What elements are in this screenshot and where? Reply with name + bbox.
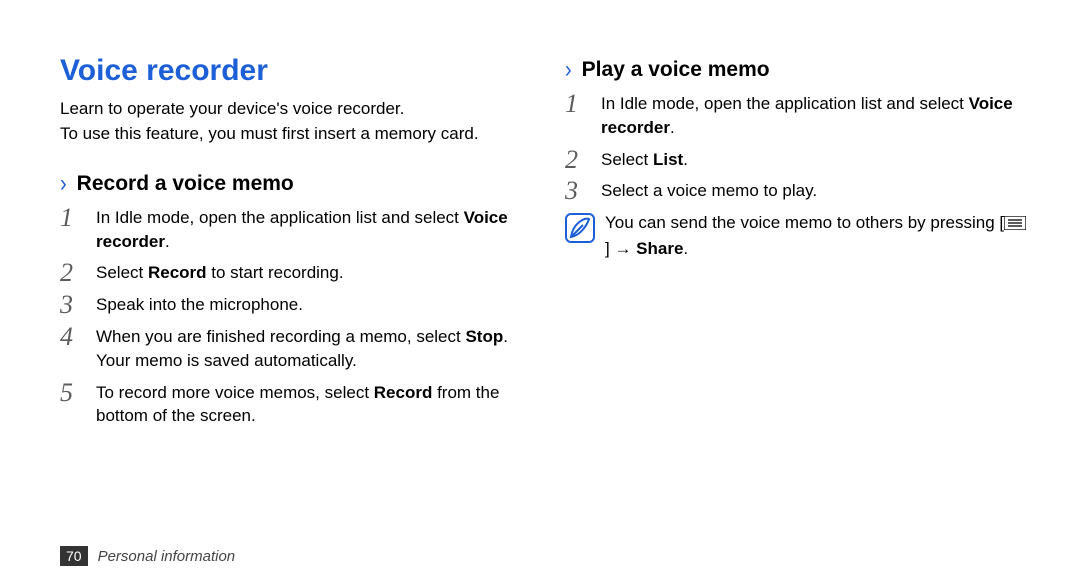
record-step-4: When you are finished recording a memo, … <box>60 321 525 377</box>
menu-icon <box>1004 213 1026 237</box>
step-text-post: . <box>165 232 170 251</box>
play-step-2: Select List. <box>565 144 1030 176</box>
record-step-1: In Idle mode, open the application list … <box>60 202 525 258</box>
play-steps: In Idle mode, open the application list … <box>565 88 1030 207</box>
note-mid: ] → <box>605 239 636 258</box>
step-text-post: to start recording. <box>207 263 344 282</box>
step-bold: Stop <box>465 327 503 346</box>
step-text: Speak into the microphone. <box>96 295 303 314</box>
step-text: In Idle mode, open the application list … <box>96 208 464 227</box>
manual-page: Voice recorder Learn to operate your dev… <box>0 0 1080 586</box>
chevron-right-icon: › <box>565 58 572 82</box>
step-text: When you are finished recording a memo, … <box>96 327 465 346</box>
play-step-1: In Idle mode, open the application list … <box>565 88 1030 144</box>
page-title: Voice recorder <box>60 54 525 88</box>
note-text: You can send the voice memo to others by… <box>605 211 1030 261</box>
record-step-3: Speak into the microphone. <box>60 289 525 321</box>
play-subheading: › Play a voice memo <box>565 58 1030 82</box>
record-step-2: Select Record to start recording. <box>60 257 525 289</box>
record-heading-text: Record a voice memo <box>77 172 294 196</box>
play-heading-text: Play a voice memo <box>582 58 770 82</box>
page-number: 70 <box>60 546 88 566</box>
note-pre: You can send the voice memo to others by… <box>605 213 1004 232</box>
page-footer: 70 Personal information <box>60 546 235 566</box>
step-text: In Idle mode, open the application list … <box>601 94 969 113</box>
record-step-5: To record more voice memos, select Recor… <box>60 377 525 433</box>
step-text: Select a voice memo to play. <box>601 181 817 200</box>
record-steps: In Idle mode, open the application list … <box>60 202 525 432</box>
note-row: You can send the voice memo to others by… <box>565 211 1030 261</box>
chevron-right-icon: › <box>60 172 67 196</box>
record-subheading: › Record a voice memo <box>60 172 525 196</box>
note-icon <box>565 213 595 248</box>
step-text: Select <box>96 263 148 282</box>
play-step-3: Select a voice memo to play. <box>565 175 1030 207</box>
step-text: Select <box>601 150 653 169</box>
step-text-post: . <box>683 150 688 169</box>
step-text: To record more voice memos, select <box>96 383 374 402</box>
step-bold: Record <box>374 383 433 402</box>
note-bold: Share <box>636 239 683 258</box>
left-column: Voice recorder Learn to operate your dev… <box>60 40 525 586</box>
intro-line-1: Learn to operate your device's voice rec… <box>60 98 525 121</box>
step-bold: Record <box>148 263 207 282</box>
step-text-post: . <box>670 118 675 137</box>
right-column: › Play a voice memo In Idle mode, open t… <box>565 40 1030 586</box>
intro-line-2: To use this feature, you must first inse… <box>60 123 525 146</box>
step-bold: List <box>653 150 683 169</box>
note-post: . <box>683 239 688 258</box>
footer-section-name: Personal information <box>98 548 236 565</box>
